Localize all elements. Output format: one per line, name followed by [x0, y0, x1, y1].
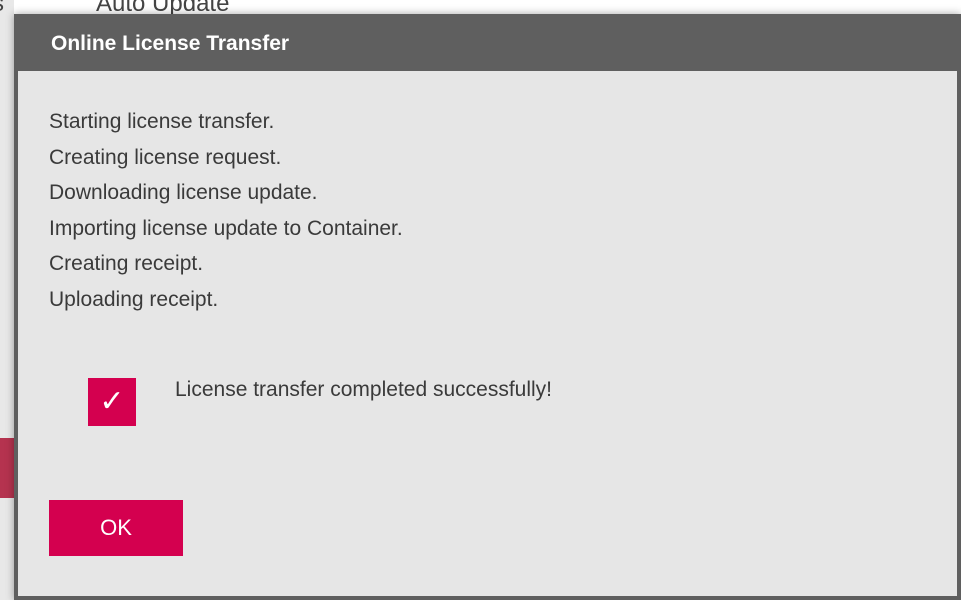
background-tab-auto-update: Auto Update	[96, 0, 230, 17]
log-line: Creating receipt.	[49, 252, 204, 275]
background-app-strip	[0, 0, 14, 600]
log-line: Creating license request.	[49, 145, 282, 169]
background-accent-bar	[0, 438, 14, 498]
transfer-log: Starting license transfer. Creating lice…	[49, 104, 403, 317]
log-line: Starting license transfer.	[49, 110, 275, 133]
screen: s Auto Update Online License Transfer St…	[0, 0, 961, 600]
checkmark-icon: ✓	[88, 378, 136, 426]
log-line: Uploading receipt.	[49, 287, 219, 311]
dialog-header: Online License Transfer	[14, 14, 961, 71]
dialog-title: Online License Transfer	[51, 32, 290, 55]
background-tab-partial: s	[0, 0, 4, 17]
log-line: Importing license update to Container.	[49, 216, 403, 240]
ok-button[interactable]: OK	[49, 500, 183, 556]
license-transfer-dialog: Online License Transfer Starting license…	[14, 14, 961, 600]
success-message: License transfer completed successfully!	[175, 378, 553, 401]
log-line: Downloading license update.	[49, 181, 318, 204]
